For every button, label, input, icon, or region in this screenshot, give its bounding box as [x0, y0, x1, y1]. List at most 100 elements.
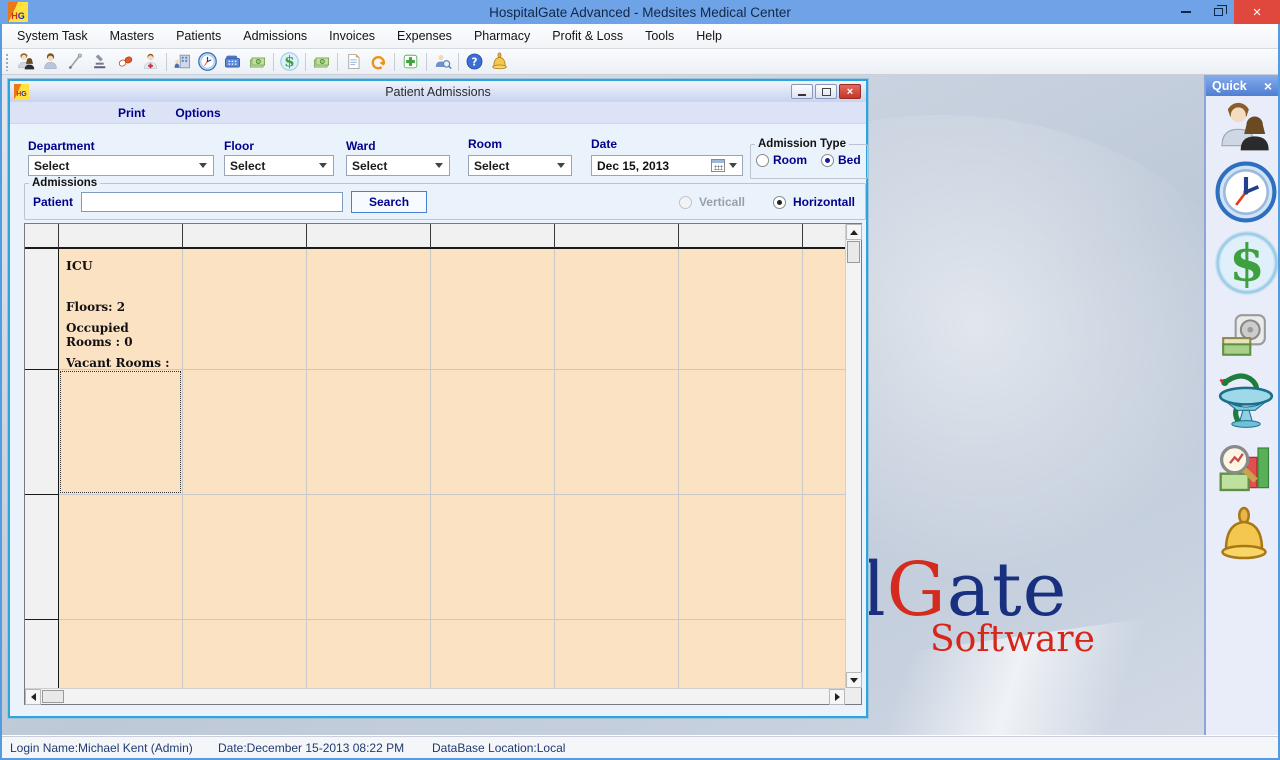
grid-cell[interactable]	[183, 370, 307, 495]
scroll-down-button[interactable]	[846, 672, 862, 688]
menu-help[interactable]: Help	[685, 24, 733, 48]
room-select[interactable]: Select	[468, 155, 572, 176]
child-close-button[interactable]: ×	[839, 84, 861, 99]
menu-admissions[interactable]: Admissions	[232, 24, 318, 48]
scroll-left-button[interactable]	[25, 689, 41, 705]
admission-type-room-radio[interactable]	[756, 154, 769, 167]
invoice-icon[interactable]	[341, 50, 366, 74]
patient-input[interactable]	[81, 192, 343, 212]
horizontal-radio[interactable]	[773, 196, 786, 209]
doctor-icon[interactable]	[138, 50, 163, 74]
grid-cell[interactable]	[59, 495, 183, 620]
grid-cell[interactable]	[307, 370, 431, 495]
grid-cell[interactable]	[803, 495, 845, 620]
grid-cell[interactable]	[307, 495, 431, 620]
grid-cell[interactable]	[59, 370, 183, 495]
grid-cell[interactable]	[183, 495, 307, 620]
pharmacy-box-icon[interactable]	[398, 50, 423, 74]
grid-cell[interactable]	[431, 249, 555, 370]
horizontal-scrollbar[interactable]	[25, 688, 845, 704]
grid-cell[interactable]	[679, 495, 803, 620]
floor-select[interactable]: Select	[224, 155, 334, 176]
grid-column-header[interactable]	[59, 224, 183, 249]
grid-cell[interactable]	[431, 620, 555, 688]
bell-icon[interactable]	[487, 50, 512, 74]
grid-row-header[interactable]	[25, 620, 59, 688]
grid-cell[interactable]	[555, 495, 679, 620]
user-search-icon[interactable]	[430, 50, 455, 74]
scroll-right-button[interactable]	[829, 689, 845, 705]
horizontal-scroll-thumb[interactable]	[42, 690, 64, 703]
expenses-icon[interactable]	[1219, 311, 1269, 361]
grid-cell[interactable]	[307, 249, 431, 370]
grid-row-header[interactable]	[25, 249, 59, 370]
grid-cell[interactable]: ICUFloors: 2Occupied Rooms : 0Vacant Roo…	[59, 249, 183, 370]
menu-patients[interactable]: Patients	[165, 24, 232, 48]
child-menu-options[interactable]: Options	[175, 106, 220, 120]
grid-column-header[interactable]	[431, 224, 555, 249]
grid-cell[interactable]	[679, 620, 803, 688]
alerts-icon[interactable]	[1214, 501, 1274, 569]
vertical-radio[interactable]	[679, 196, 692, 209]
department-select[interactable]: Select	[28, 155, 214, 176]
billing-icon[interactable]	[1215, 230, 1278, 296]
hospital-icon[interactable]	[170, 50, 195, 74]
patients-icon[interactable]	[1215, 98, 1271, 156]
grid-cell[interactable]	[679, 370, 803, 495]
child-menu-print[interactable]: Print	[118, 106, 145, 120]
search-button[interactable]: Search	[351, 191, 427, 213]
date-picker[interactable]: Dec 15, 2013	[591, 155, 743, 176]
capsule-icon[interactable]	[113, 50, 138, 74]
grid-cell[interactable]	[307, 620, 431, 688]
grid-cell[interactable]	[803, 620, 845, 688]
microscope-icon[interactable]	[88, 50, 113, 74]
patients-group-icon[interactable]	[13, 50, 38, 74]
menu-system-task[interactable]: System Task	[6, 24, 99, 48]
grid-row-header[interactable]	[25, 495, 59, 620]
grid-row-header[interactable]	[25, 370, 59, 495]
admission-type-bed-radio[interactable]	[821, 154, 834, 167]
quick-panel-close-icon[interactable]: ×	[1264, 79, 1272, 93]
scroll-up-button[interactable]	[846, 224, 862, 240]
reports-icon[interactable]	[1216, 441, 1272, 497]
menu-pharmacy[interactable]: Pharmacy	[463, 24, 541, 48]
clock-icon[interactable]	[195, 50, 220, 74]
grid-cell[interactable]	[555, 249, 679, 370]
menu-tools[interactable]: Tools	[634, 24, 685, 48]
grid-cell[interactable]	[803, 249, 845, 370]
grid-column-header[interactable]	[803, 224, 845, 249]
expense-icon[interactable]	[309, 50, 334, 74]
grid-cell[interactable]	[183, 249, 307, 370]
menu-masters[interactable]: Masters	[99, 24, 165, 48]
patient-icon[interactable]	[38, 50, 63, 74]
cash-icon[interactable]	[245, 50, 270, 74]
child-minimize-button[interactable]	[791, 84, 813, 99]
help-icon[interactable]	[462, 50, 487, 74]
grid-column-header[interactable]	[555, 224, 679, 249]
pharmacy-icon[interactable]	[1215, 365, 1277, 435]
grid-cell[interactable]	[555, 370, 679, 495]
grid-cell[interactable]	[555, 620, 679, 688]
grid-cell[interactable]	[431, 370, 555, 495]
grid-cell[interactable]	[803, 370, 845, 495]
ward-select[interactable]: Select	[346, 155, 450, 176]
grid-cell[interactable]	[431, 495, 555, 620]
grid-column-header[interactable]	[307, 224, 431, 249]
dollar-icon[interactable]	[277, 50, 302, 74]
grid-column-header[interactable]	[679, 224, 803, 249]
menu-profit-loss[interactable]: Profit & Loss	[541, 24, 634, 48]
vertical-scrollbar[interactable]	[845, 224, 861, 688]
menu-invoices[interactable]: Invoices	[318, 24, 386, 48]
phone-icon[interactable]	[220, 50, 245, 74]
stethoscope-icon[interactable]	[63, 50, 88, 74]
vertical-scroll-thumb[interactable]	[847, 241, 860, 263]
refresh-icon[interactable]	[366, 50, 391, 74]
grid-cell[interactable]	[183, 620, 307, 688]
child-restore-button[interactable]	[815, 84, 837, 99]
clock-icon[interactable]	[1215, 160, 1277, 224]
grid-column-header[interactable]	[183, 224, 307, 249]
grid-cell[interactable]	[679, 249, 803, 370]
menu-expenses[interactable]: Expenses	[386, 24, 463, 48]
calendar-icon[interactable]	[711, 159, 725, 172]
grid-cell[interactable]	[59, 620, 183, 688]
